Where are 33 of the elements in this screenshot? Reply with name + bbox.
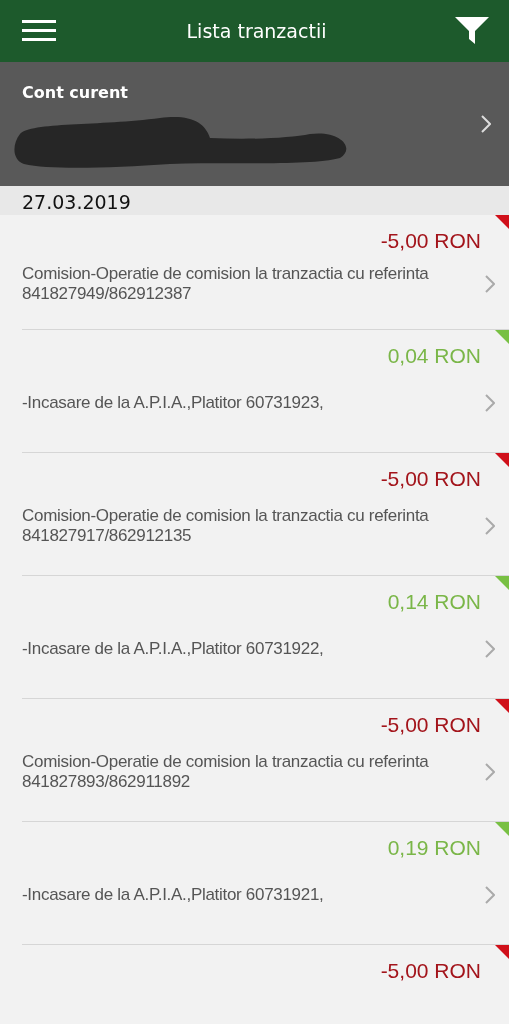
account-selector[interactable]: Cont curent — [0, 62, 509, 186]
transaction-description: -Incasare de la A.P.I.A.,Platitor 60731921, — [22, 885, 324, 905]
chevron-icon — [485, 394, 495, 412]
chevron-icon — [485, 275, 495, 293]
transaction-description: Comision-Operatie de comision la tranzactia cu referinta 841827917/862912135 — [22, 506, 430, 546]
transaction-amount: 0,14 RON — [387, 590, 481, 614]
transaction-row[interactable]: 0,19 RON -Incasare de la A.P.I.A.,Platitor 60731921, — [22, 822, 509, 945]
transaction-description: Comision-Operatie de comision la tranzactia cu referinta 841827893/862911892 — [22, 752, 430, 792]
chevron-icon — [485, 763, 495, 781]
transaction-row[interactable]: 0,04 RON -Incasare de la A.P.I.A.,Platitor 60731923, — [22, 330, 509, 453]
filter-icon[interactable] — [455, 17, 489, 45]
account-label: Cont curent — [22, 82, 129, 102]
transaction-description: Comision-Operatie de comision la tranzactia cu referinta 841827949/862912387 — [22, 264, 430, 304]
chevron-icon — [481, 115, 491, 133]
chevron-icon — [485, 886, 495, 904]
transaction-amount: -5,00 RON — [380, 467, 481, 491]
transaction-description: -Incasare de la A.P.I.A.,Platitor 60731923, — [22, 393, 324, 413]
date-heading: 27.03.2019 — [0, 186, 509, 215]
chevron-icon — [485, 517, 495, 535]
transaction-row[interactable]: -5,00 RON Comision-Operatie de comision la tranzactia cu referinta 841827917/862912135 — [22, 453, 509, 576]
transaction-row[interactable]: -5,00 RON Comision-Operatie de comision la tranzactia cu referinta 841827893/862911892 — [22, 699, 509, 822]
transaction-amount: 0,04 RON — [387, 344, 481, 368]
transaction-amount: -5,00 RON — [380, 713, 481, 737]
transaction-amount: -5,00 RON — [380, 229, 481, 253]
transaction-amount: 0,19 RON — [387, 836, 481, 860]
transaction-row[interactable]: -5,00 RON Comision-Operatie de comision la tranzactia cu referinta 841827949/862912387 — [22, 215, 509, 330]
transaction-description: -Incasare de la A.P.I.A.,Platitor 60731922, — [22, 639, 324, 659]
transaction-row[interactable]: 0,14 RON -Incasare de la A.P.I.A.,Platitor 60731922, — [22, 576, 509, 699]
chevron-icon — [485, 640, 495, 658]
transaction-amount: -5,00 RON — [380, 959, 481, 983]
screen-title: Lista tranzactii — [186, 20, 327, 42]
menu-icon[interactable] — [22, 19, 58, 43]
transaction-row[interactable]: -5,00 RON — [22, 945, 509, 1024]
